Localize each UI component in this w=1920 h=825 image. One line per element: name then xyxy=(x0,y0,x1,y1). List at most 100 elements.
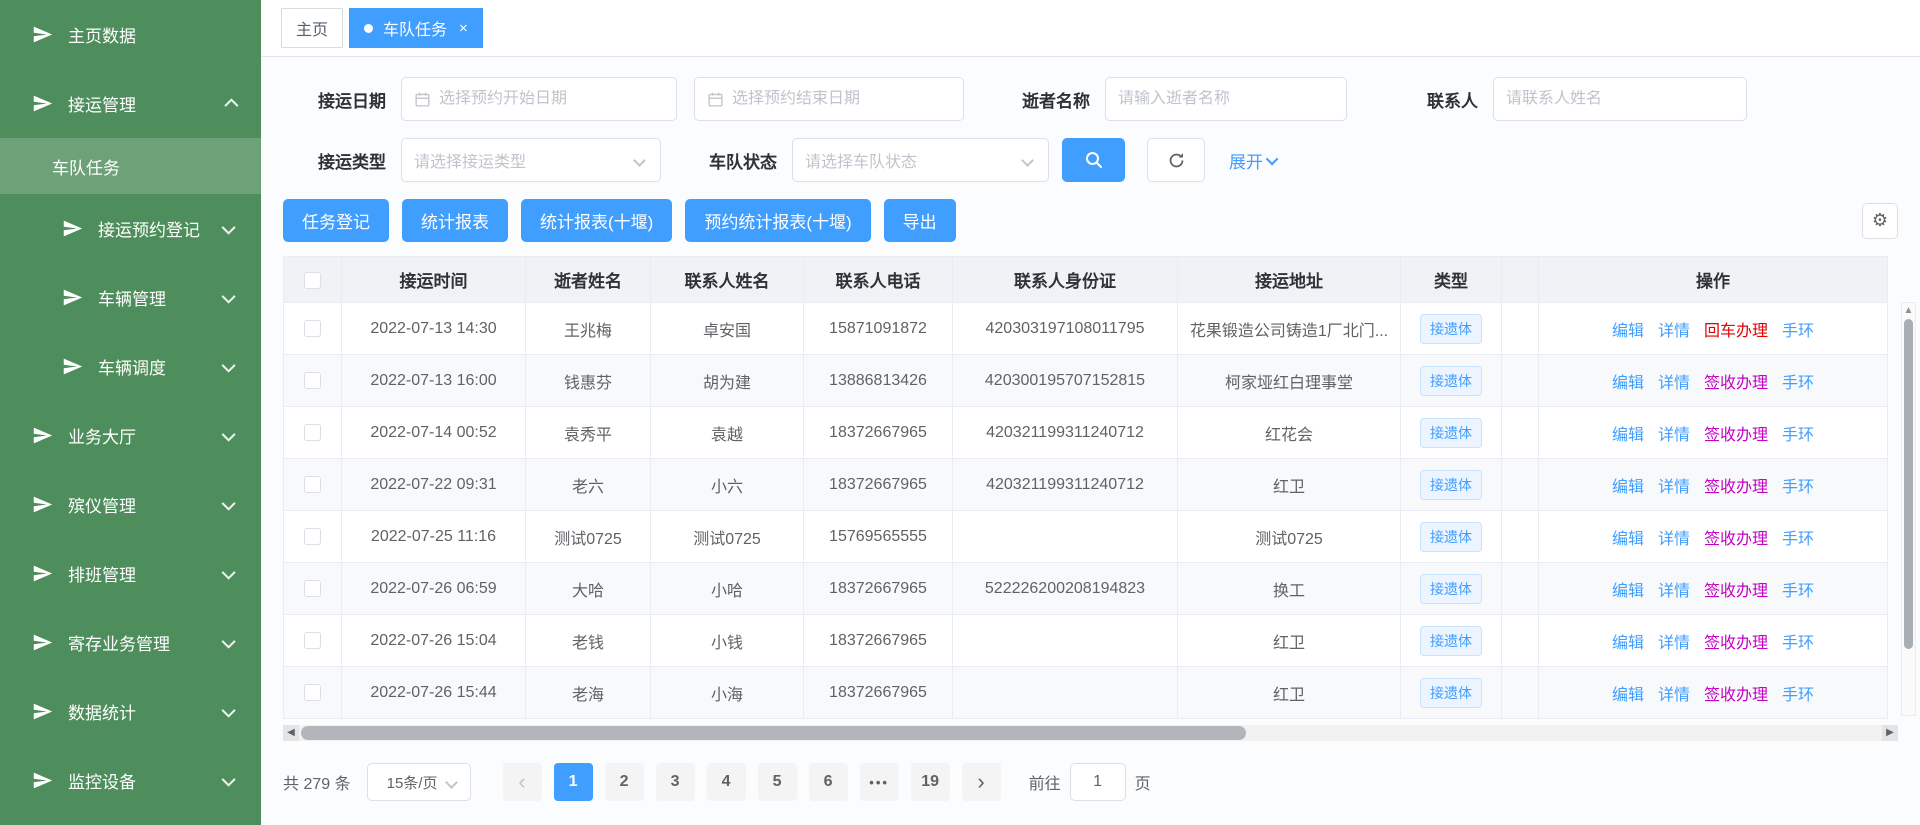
type-badge[interactable]: 接遗体 xyxy=(1420,470,1482,500)
type-badge[interactable]: 接遗体 xyxy=(1420,366,1482,396)
row-action-link[interactable]: 签收办理 xyxy=(1704,427,1768,444)
sidebar-item-5[interactable]: 车辆调度 xyxy=(0,332,261,401)
scroll-left-arrow-icon[interactable]: ◀ xyxy=(283,725,299,741)
type-badge[interactable]: 接遗体 xyxy=(1420,522,1482,552)
horizontal-scrollbar[interactable]: ◀ ▶ xyxy=(283,725,1898,741)
row-action-link[interactable]: 手环 xyxy=(1782,427,1814,444)
row-action-link[interactable]: 详情 xyxy=(1658,583,1690,600)
search-button[interactable] xyxy=(1062,138,1125,182)
sidebar-item-1[interactable]: 接运管理 xyxy=(0,69,261,138)
contact-field[interactable] xyxy=(1493,77,1747,121)
next-page-button[interactable]: › xyxy=(962,763,1001,801)
row-action-link[interactable]: 编辑 xyxy=(1612,375,1644,392)
row-action-link[interactable]: 编辑 xyxy=(1612,687,1644,704)
row-checkbox[interactable] xyxy=(304,476,321,493)
row-action-link[interactable]: 手环 xyxy=(1782,635,1814,652)
row-action-link[interactable]: 详情 xyxy=(1658,635,1690,652)
type-badge[interactable]: 接遗体 xyxy=(1420,678,1482,708)
row-action-link[interactable]: 签收办理 xyxy=(1704,635,1768,652)
pickup-type-select[interactable]: 请选择接运类型 xyxy=(401,138,661,182)
select-all-checkbox[interactable] xyxy=(304,272,321,289)
action-button-3[interactable]: 预约统计报表(十堰) xyxy=(685,199,870,242)
row-action-link[interactable]: 手环 xyxy=(1782,375,1814,392)
date-end-field[interactable] xyxy=(694,77,964,121)
page-size-select[interactable]: 15条/页 xyxy=(367,763,471,801)
sidebar-item-10[interactable]: 数据统计 xyxy=(0,677,261,746)
row-action-link[interactable]: 编辑 xyxy=(1612,531,1644,548)
fleet-status-select[interactable]: 请选择车队状态 xyxy=(792,138,1049,182)
row-checkbox[interactable] xyxy=(304,424,321,441)
type-badge[interactable]: 接遗体 xyxy=(1420,314,1482,344)
sidebar-item-3[interactable]: 接运预约登记 xyxy=(0,194,261,263)
page-button-2[interactable]: 2 xyxy=(605,763,644,801)
row-action-link[interactable]: 编辑 xyxy=(1612,479,1644,496)
sidebar-item-7[interactable]: 殡仪管理 xyxy=(0,470,261,539)
row-checkbox[interactable] xyxy=(304,372,321,389)
sidebar-item-9[interactable]: 寄存业务管理 xyxy=(0,608,261,677)
expand-link[interactable]: 展开 xyxy=(1229,148,1278,173)
type-badge[interactable]: 接遗体 xyxy=(1420,626,1482,656)
date-start-input[interactable] xyxy=(439,90,664,108)
row-action-link[interactable]: 手环 xyxy=(1782,323,1814,340)
action-button-4[interactable]: 导出 xyxy=(884,199,956,242)
sidebar-item-8[interactable]: 排班管理 xyxy=(0,539,261,608)
close-icon[interactable]: × xyxy=(459,21,468,36)
sidebar-item-2-active[interactable]: 车队任务 xyxy=(0,138,261,194)
date-start-field[interactable] xyxy=(401,77,677,121)
row-action-link[interactable]: 手环 xyxy=(1782,583,1814,600)
more-pages-button[interactable]: ••• xyxy=(860,763,899,801)
row-checkbox[interactable] xyxy=(304,632,321,649)
vertical-scrollbar-thumb[interactable] xyxy=(1904,319,1913,649)
row-action-link[interactable]: 手环 xyxy=(1782,531,1814,548)
deceased-name-input[interactable] xyxy=(1118,90,1334,108)
row-action-link[interactable]: 详情 xyxy=(1658,375,1690,392)
row-action-link[interactable]: 详情 xyxy=(1658,427,1690,444)
sidebar-item-0[interactable]: 主页数据 xyxy=(0,0,261,69)
contact-input[interactable] xyxy=(1506,90,1734,108)
row-action-link[interactable]: 详情 xyxy=(1658,479,1690,496)
row-action-link[interactable]: 编辑 xyxy=(1612,427,1644,444)
row-action-link[interactable]: 签收办理 xyxy=(1704,479,1768,496)
action-button-0[interactable]: 任务登记 xyxy=(283,199,389,242)
scroll-right-arrow-icon[interactable]: ▶ xyxy=(1882,725,1898,741)
row-action-link[interactable]: 手环 xyxy=(1782,687,1814,704)
type-badge[interactable]: 接遗体 xyxy=(1420,418,1482,448)
row-action-link[interactable]: 签收办理 xyxy=(1704,687,1768,704)
row-checkbox[interactable] xyxy=(304,684,321,701)
action-button-1[interactable]: 统计报表 xyxy=(402,199,508,242)
row-action-link[interactable]: 详情 xyxy=(1658,323,1690,340)
row-action-link[interactable]: 签收办理 xyxy=(1704,531,1768,548)
tab-0[interactable]: 主页 xyxy=(281,8,343,48)
page-button-1[interactable]: 1 xyxy=(554,763,593,801)
row-checkbox[interactable] xyxy=(304,580,321,597)
page-button-4[interactable]: 4 xyxy=(707,763,746,801)
refresh-button[interactable] xyxy=(1147,138,1205,182)
row-action-link[interactable]: 手环 xyxy=(1782,479,1814,496)
page-button-3[interactable]: 3 xyxy=(656,763,695,801)
row-action-link[interactable]: 回车办理 xyxy=(1704,323,1768,340)
settings-button[interactable]: ⚙ xyxy=(1862,203,1898,239)
page-button-5[interactable]: 5 xyxy=(758,763,797,801)
row-action-link[interactable]: 详情 xyxy=(1658,687,1690,704)
deceased-name-field[interactable] xyxy=(1105,77,1347,121)
scroll-up-arrow-icon[interactable]: ▲ xyxy=(1902,305,1915,316)
row-action-link[interactable]: 签收办理 xyxy=(1704,375,1768,392)
row-checkbox[interactable] xyxy=(304,320,321,337)
prev-page-button[interactable]: ‹ xyxy=(503,763,542,801)
sidebar-item-6[interactable]: 业务大厅 xyxy=(0,401,261,470)
tab-1-active[interactable]: 车队任务× xyxy=(349,8,483,48)
page-button-19[interactable]: 19 xyxy=(911,763,950,801)
row-action-link[interactable]: 编辑 xyxy=(1612,323,1644,340)
horizontal-scrollbar-thumb[interactable] xyxy=(301,726,1246,740)
goto-page-input[interactable] xyxy=(1070,763,1126,801)
row-action-link[interactable]: 详情 xyxy=(1658,531,1690,548)
date-end-input[interactable] xyxy=(732,90,951,108)
sidebar-item-4[interactable]: 车辆管理 xyxy=(0,263,261,332)
action-button-2[interactable]: 统计报表(十堰) xyxy=(521,199,672,242)
row-action-link[interactable]: 签收办理 xyxy=(1704,583,1768,600)
vertical-scrollbar[interactable]: ▲ xyxy=(1901,302,1916,716)
type-badge[interactable]: 接遗体 xyxy=(1420,574,1482,604)
sidebar-item-11[interactable]: 监控设备 xyxy=(0,746,261,815)
row-action-link[interactable]: 编辑 xyxy=(1612,583,1644,600)
page-button-6[interactable]: 6 xyxy=(809,763,848,801)
